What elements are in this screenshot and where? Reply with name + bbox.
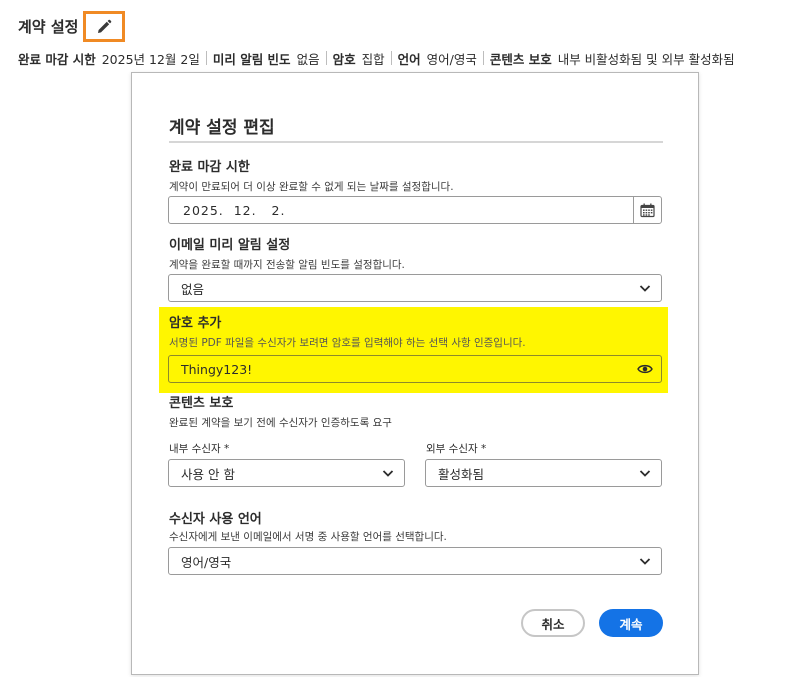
password-description: 서명된 PDF 파일을 수신자가 보려면 암호를 입력해야 하는 선택 사항 인…: [169, 337, 526, 349]
reminder-description: 계약을 완료할 때까지 전송할 알림 빈도를 설정합니다.: [169, 259, 405, 271]
deadline-date-input[interactable]: 2025. 12. 2.: [168, 196, 662, 224]
deadline-label: 완료 마감 시한: [169, 160, 250, 175]
chevron-down-icon: [382, 470, 394, 477]
summary-key-deadline: 완료 마감 시한: [18, 51, 96, 67]
deadline-date-value: 2025. 12. 2.: [183, 202, 286, 218]
summary-value-deadline: 2025년 12월 2일: [101, 51, 200, 67]
protection-label: 콘텐츠 보호: [169, 396, 234, 411]
summary-value-language: 영어/영국: [426, 51, 477, 67]
title-divider: [169, 141, 663, 143]
summary-value-password: 집합: [361, 51, 385, 67]
language-select-value: 영어/영국: [181, 554, 232, 570]
summary-key-password: 암호: [332, 51, 356, 67]
password-input-value: Thingy123!: [181, 361, 253, 377]
chevron-down-icon: [639, 285, 651, 292]
chevron-down-icon: [639, 558, 651, 565]
divider: [325, 51, 327, 65]
internal-recipients-value: 사용 안 함: [181, 466, 235, 482]
dialog-title: 계약 설정 편집: [169, 118, 275, 138]
edit-settings-button[interactable]: [83, 11, 125, 42]
protection-description: 완료된 계약을 보기 전에 수신자가 인증하도록 요구: [169, 417, 392, 429]
calendar-button[interactable]: [633, 197, 661, 223]
summary-value-reminder: 없음: [296, 51, 320, 67]
calendar-icon: [640, 203, 655, 217]
reminder-select-value: 없음: [181, 281, 205, 297]
external-recipients-label: 외부 수신자 *: [426, 443, 487, 455]
password-input[interactable]: Thingy123!: [168, 355, 662, 383]
language-description: 수신자에게 보낸 이메일에서 서명 중 사용할 언어를 선택합니다.: [169, 531, 447, 543]
language-label: 수신자 사용 언어: [169, 512, 262, 527]
continue-button[interactable]: 계속: [599, 609, 663, 637]
summary-key-protection: 콘텐츠 보호: [489, 51, 552, 67]
eye-icon[interactable]: [637, 363, 653, 375]
external-recipients-select[interactable]: 활성화됨: [425, 459, 662, 487]
page-title: 계약 설정: [18, 18, 79, 36]
language-select[interactable]: 영어/영국: [168, 547, 662, 575]
edit-settings-dialog: 계약 설정 편집 완료 마감 시한 계약이 만료되어 더 이상 완료할 수 없게…: [131, 72, 699, 675]
divider: [205, 51, 207, 65]
chevron-down-icon: [639, 470, 651, 477]
settings-summary: 완료 마감 시한 2025년 12월 2일 미리 알림 빈도 없음 암호 집합 …: [18, 48, 741, 68]
summary-key-language: 언어: [397, 51, 421, 67]
external-recipients-value: 활성화됨: [438, 466, 485, 482]
summary-value-protection: 내부 비활성화됨 및 외부 활성화됨: [557, 51, 735, 67]
internal-recipients-select[interactable]: 사용 안 함: [168, 459, 405, 487]
pencil-icon: [98, 19, 112, 33]
divider: [482, 51, 484, 65]
deadline-description: 계약이 만료되어 더 이상 완료할 수 없게 되는 날짜를 설정합니다.: [169, 181, 454, 193]
cancel-button[interactable]: 취소: [521, 609, 585, 637]
summary-key-reminder: 미리 알림 빈도: [212, 51, 291, 67]
reminder-select[interactable]: 없음: [168, 274, 662, 302]
divider: [390, 51, 392, 65]
password-label: 암호 추가: [169, 316, 222, 331]
internal-recipients-label: 내부 수신자 *: [169, 443, 230, 455]
reminder-label: 이메일 미리 알림 설정: [169, 238, 291, 253]
